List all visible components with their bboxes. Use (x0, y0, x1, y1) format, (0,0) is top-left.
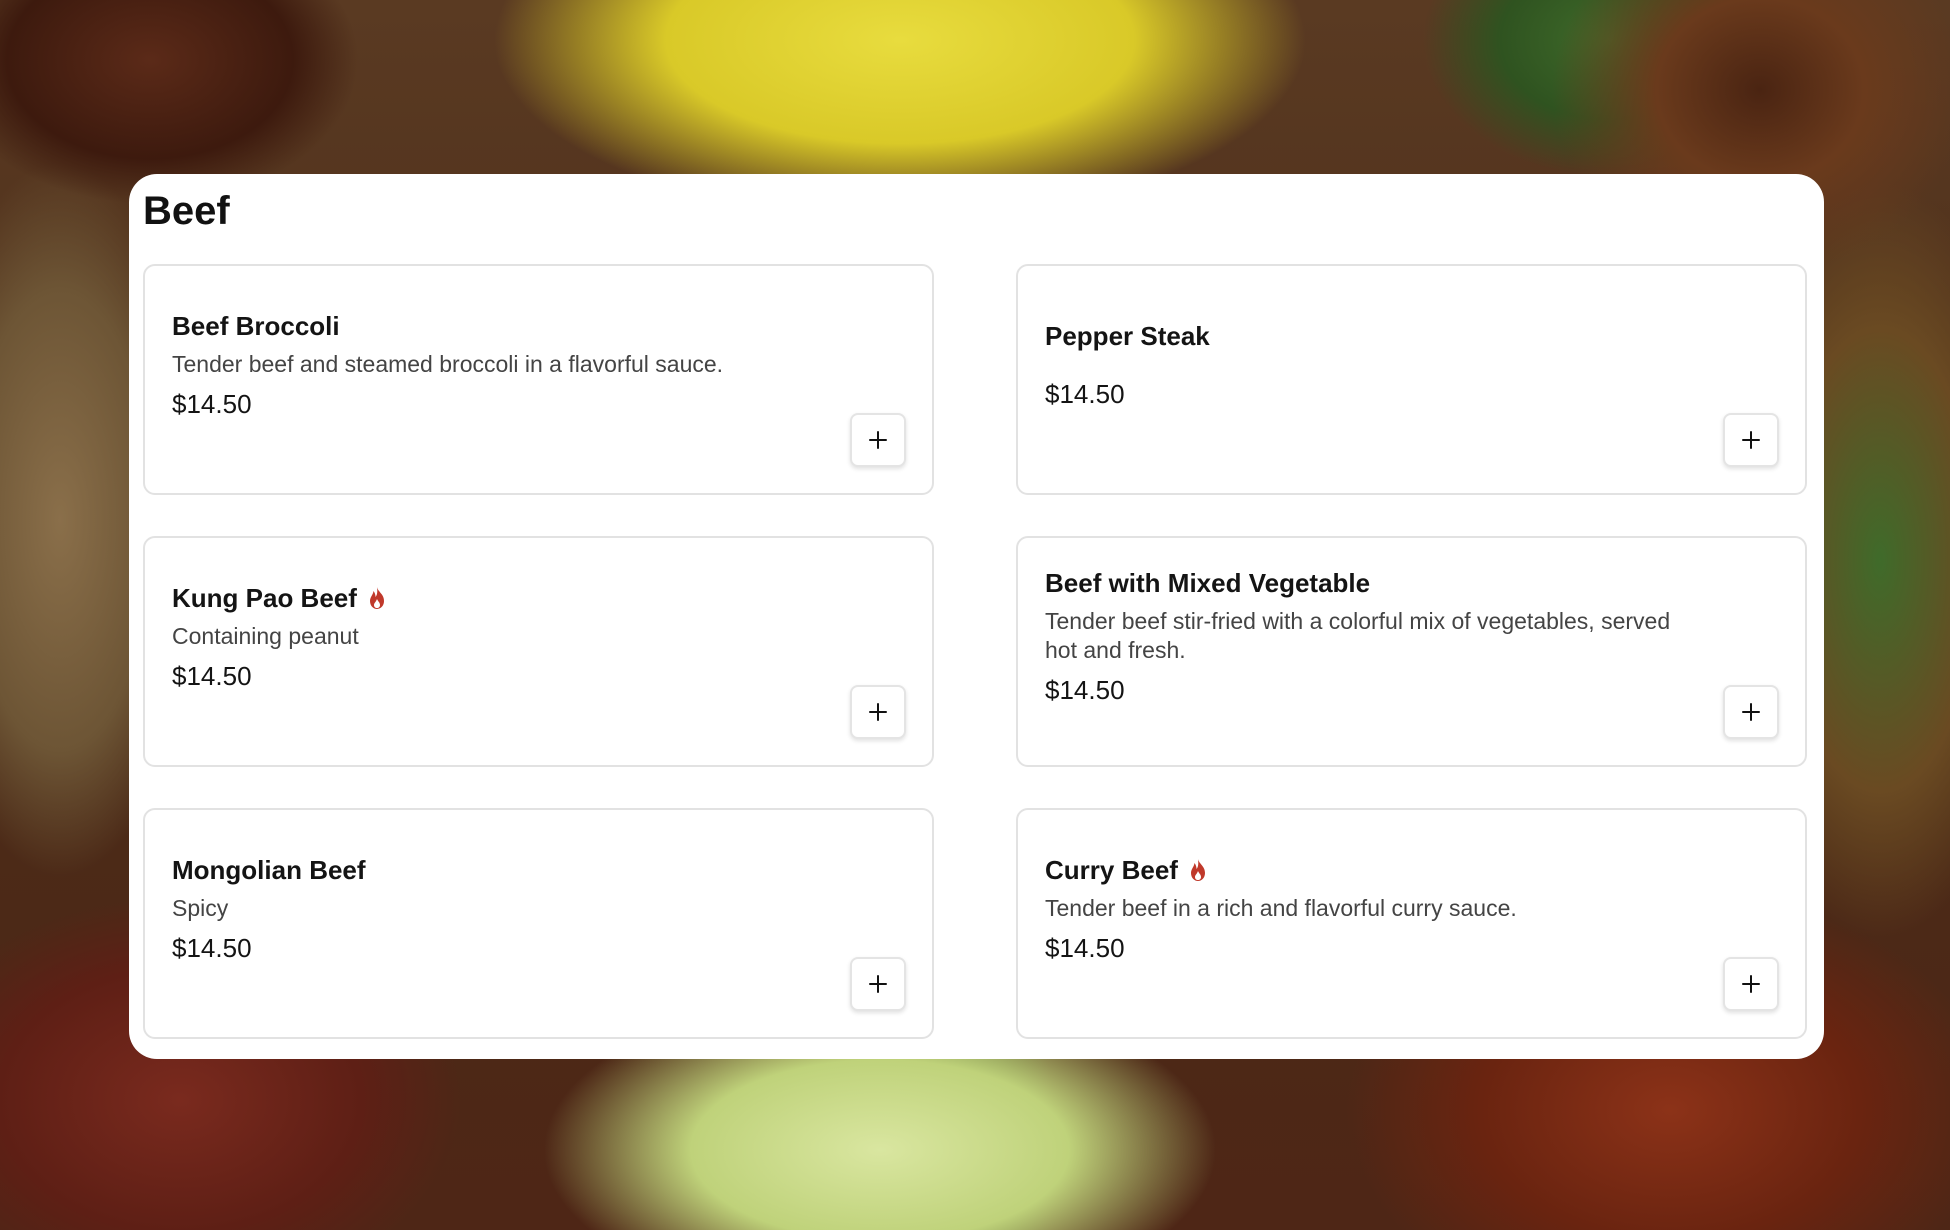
menu-item-name: Pepper Steak (1045, 320, 1210, 351)
plus-icon (869, 703, 887, 721)
menu-item-card[interactable]: Beef Broccoli Tender beef and steamed br… (143, 264, 934, 495)
menu-item-price: $14.50 (172, 932, 252, 963)
menu-item-price: $14.50 (1045, 932, 1125, 963)
menu-item-name: Kung Pao Beef (172, 582, 357, 613)
menu-item-description: Tender beef stir-fried with a colorful m… (1045, 608, 1671, 663)
menu-item-info: Pepper Steak $14.50 (1045, 266, 1705, 493)
menu-page: Beef Beef Broccoli Tender beef and steam… (0, 0, 1950, 1230)
menu-item-name: Mongolian Beef (172, 854, 366, 885)
menu-item-name: Curry Beef (1045, 854, 1178, 885)
menu-item-description-spacer (1045, 353, 1705, 369)
menu-item-name-row: Beef Broccoli (172, 309, 832, 343)
menu-item-card[interactable]: Curry Beef Tender beef in a rich and fla… (1016, 808, 1807, 1039)
menu-item-description: Tender beef and steamed broccoli in a fl… (172, 350, 724, 377)
section-title: Beef (143, 189, 230, 233)
plus-icon (869, 431, 887, 449)
add-to-cart-button[interactable] (1723, 957, 1779, 1011)
spicy-flame-icon (367, 586, 387, 610)
add-to-cart-button[interactable] (1723, 413, 1779, 467)
menu-item-name-row: Kung Pao Beef (172, 581, 832, 615)
menu-item-price: $14.50 (172, 660, 252, 691)
menu-item-name-row: Beef with Mixed Vegetable (1045, 566, 1705, 600)
menu-item-name: Beef Broccoli (172, 310, 340, 341)
menu-item-info: Beef with Mixed Vegetable Tender beef st… (1045, 538, 1705, 765)
add-to-cart-button[interactable] (850, 957, 906, 1011)
plus-icon (869, 975, 887, 993)
spicy-flame-icon (1188, 858, 1208, 882)
plus-icon (1742, 975, 1760, 993)
menu-item-price: $14.50 (1045, 378, 1125, 409)
menu-item-name: Beef with Mixed Vegetable (1045, 568, 1371, 598)
menu-item-card[interactable]: Pepper Steak $14.50 (1016, 264, 1807, 495)
add-to-cart-button[interactable] (1723, 685, 1779, 739)
menu-item-name-row: Curry Beef (1045, 853, 1705, 887)
menu-item-description: Containing peanut (172, 622, 359, 649)
menu-item-card[interactable]: Kung Pao Beef Containing peanut $14.50 (143, 536, 934, 767)
menu-item-info: Mongolian Beef Spicy $14.50 (172, 810, 832, 1037)
menu-section-panel: Beef Beef Broccoli Tender beef and steam… (129, 174, 1824, 1059)
menu-item-card[interactable]: Mongolian Beef Spicy $14.50 (143, 808, 934, 1039)
plus-icon (1742, 703, 1760, 721)
menu-item-info: Beef Broccoli Tender beef and steamed br… (172, 266, 832, 493)
add-to-cart-button[interactable] (850, 685, 906, 739)
plus-icon (1742, 431, 1760, 449)
menu-item-card[interactable]: Beef with Mixed Vegetable Tender beef st… (1016, 536, 1807, 767)
menu-item-name-row: Mongolian Beef (172, 853, 832, 887)
menu-item-price: $14.50 (1045, 675, 1125, 705)
menu-item-description: Spicy (172, 894, 229, 921)
menu-item-info: Curry Beef Tender beef in a rich and fla… (1045, 810, 1705, 1037)
menu-item-description: Tender beef in a rich and flavorful curr… (1045, 894, 1517, 921)
menu-item-price: $14.50 (172, 388, 252, 419)
menu-item-name-row: Pepper Steak (1045, 319, 1705, 353)
menu-item-info: Kung Pao Beef Containing peanut $14.50 (172, 538, 832, 765)
add-to-cart-button[interactable] (850, 413, 906, 467)
